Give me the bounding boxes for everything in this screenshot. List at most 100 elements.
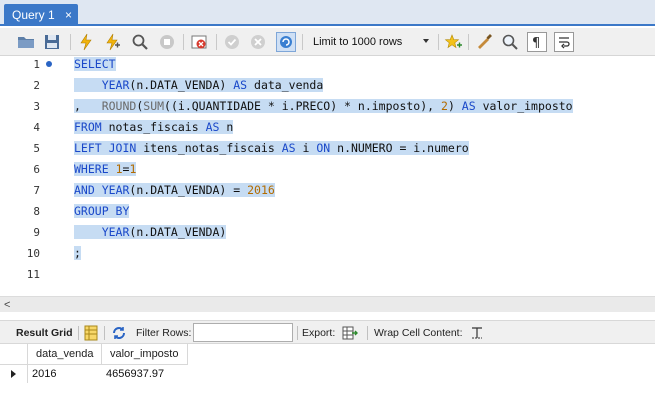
selected-text: GROUP BY (74, 204, 130, 218)
code-token: 1 (115, 162, 123, 176)
table-cell[interactable]: 4656937.97 (102, 365, 188, 383)
selected-text: AND YEAR(n.DATA_VENDA) = 2016 (74, 183, 275, 197)
result-grid-tab[interactable]: Result Grid (16, 326, 73, 340)
word-wrap-icon[interactable] (554, 32, 574, 52)
table-cell[interactable]: 2016 (28, 365, 102, 383)
code-token: ROUND (101, 99, 137, 113)
code-line[interactable]: SELECT (74, 54, 116, 75)
save-icon[interactable] (42, 32, 62, 52)
code-token: WHERE (74, 162, 109, 176)
code-token: 1 (129, 162, 137, 176)
selected-text: SELECT (74, 57, 116, 71)
wrap-cell-icon[interactable] (469, 325, 485, 341)
scroll-left-arrow-icon[interactable]: < (4, 299, 10, 311)
grid-header-row: data_venda valor_imposto (0, 344, 188, 365)
selected-text: YEAR(n.DATA_VENDA) (74, 225, 227, 239)
code-token: YEAR (101, 183, 130, 197)
line-number: 7 (33, 184, 40, 197)
code-token: valor_imposto (475, 99, 573, 113)
code-line[interactable]: YEAR(n.DATA_VENDA) AS data_venda (74, 75, 324, 96)
code-token: YEAR (74, 78, 130, 92)
refresh-icon[interactable] (111, 325, 127, 341)
beautify-broom-icon[interactable] (474, 32, 494, 52)
code-token: FROM (74, 120, 102, 134)
autocommit-toggle-icon[interactable] (276, 32, 296, 52)
code-token: itens_notas_fiscais (136, 141, 282, 155)
line-gutter: 1 2 3 4 5 6 7 8 9 10 11 (0, 56, 64, 294)
limit-rows-label: Limit to 1000 rows (313, 36, 403, 48)
close-icon[interactable]: × (65, 8, 72, 22)
code-token: YEAR (74, 225, 130, 239)
line-number: 3 (33, 100, 40, 113)
selected-text: LEFT JOIN itens_notas_fiscais AS i ON n.… (74, 141, 469, 155)
code-token: data_venda (247, 78, 324, 92)
limit-rows-select[interactable]: Limit to 1000 rows (307, 32, 435, 52)
tab-strip: Query 1 × (0, 0, 655, 26)
rollback-icon[interactable] (248, 32, 268, 52)
code-token: n (219, 120, 234, 134)
sql-editor[interactable]: 1 2 3 4 5 6 7 8 9 10 11 SELECT YEAR(n.DATA_VENDA) … (0, 56, 655, 294)
code-line[interactable]: YEAR(n.DATA_VENDA) (74, 222, 227, 243)
code-token: (n.DATA_VENDA) = (129, 183, 248, 197)
tab-title: Query 1 (12, 8, 55, 22)
code-line[interactable]: ; (74, 243, 81, 264)
add-snippet-star-icon[interactable] (443, 32, 463, 52)
code-token: 2016 (247, 183, 275, 197)
selected-text: ; (74, 246, 81, 260)
line-number: 5 (33, 142, 40, 155)
code-line[interactable]: WHERE 1=1 (74, 159, 137, 180)
code-token: i (295, 141, 317, 155)
toggle-error-icon[interactable] (189, 32, 209, 52)
invisible-chars-pilcrow-icon[interactable]: ¶ (527, 32, 547, 52)
code-token: n.NUMERO = i.numero (330, 141, 469, 155)
commit-icon[interactable] (222, 32, 242, 52)
result-toolbar: Result Grid Filter Rows: Export: Wrap Ce… (0, 320, 655, 344)
chevron-down-icon (423, 39, 429, 43)
code-line[interactable]: GROUP BY (74, 201, 130, 222)
execute-lightning-icon[interactable] (76, 32, 96, 52)
row-selector[interactable] (0, 365, 28, 383)
execute-statement-icon[interactable] (102, 32, 122, 52)
grid-view-icon[interactable] (83, 325, 99, 341)
svg-text:¶: ¶ (532, 36, 540, 51)
code-token: SELECT (74, 57, 116, 71)
row-header-corner (0, 344, 28, 365)
line-number: 10 (26, 247, 40, 260)
tab-query-1[interactable]: Query 1 × (4, 4, 78, 26)
code-token: (n.DATA_VENDA) (129, 225, 227, 239)
line-number: 9 (33, 226, 40, 239)
selected-text: , ROUND(SUM((i.QUANTIDADE * i.PRECO) * n… (74, 99, 573, 113)
code-line[interactable]: AND YEAR(n.DATA_VENDA) = 2016 (74, 180, 275, 201)
code-token: GROUP BY (74, 204, 130, 218)
line-number: 11 (26, 268, 40, 281)
find-magnifier-icon[interactable] (500, 32, 520, 52)
line-number: 4 (33, 121, 40, 134)
code-token: notas_fiscais (101, 120, 206, 134)
line-number: 8 (33, 205, 40, 218)
selected-text: WHERE 1=1 (74, 162, 137, 176)
code-token: , (74, 99, 102, 113)
current-row-arrow-icon (11, 370, 16, 378)
filter-rows-input[interactable] (193, 323, 293, 342)
wrap-cell-label: Wrap Cell Content: (374, 327, 463, 339)
column-header-data-venda[interactable]: data_venda (28, 344, 102, 365)
table-row[interactable]: 2016 4656937.97 (0, 365, 188, 383)
code-line[interactable]: FROM notas_fiscais AS n (74, 117, 234, 138)
stop-icon[interactable] (157, 32, 177, 52)
code-token: SUM (143, 99, 165, 113)
code-line[interactable]: , ROUND(SUM((i.QUANTIDADE * i.PRECO) * n… (74, 96, 573, 117)
code-token: ) (447, 99, 462, 113)
code-token: AS (461, 99, 476, 113)
code-line[interactable]: LEFT JOIN itens_notas_fiscais AS i ON n.… (74, 138, 469, 159)
export-icon[interactable] (342, 325, 358, 341)
filter-rows-label: Filter Rows: (136, 327, 192, 339)
column-header-valor-imposto[interactable]: valor_imposto (102, 344, 188, 365)
explain-magnifier-icon[interactable] (130, 32, 150, 52)
editor-horizontal-scrollbar[interactable]: < (0, 296, 655, 312)
open-folder-icon[interactable] (16, 32, 36, 52)
code-token: AS (205, 120, 220, 134)
statement-marker-icon (46, 61, 52, 67)
editor-toolbar: Limit to 1000 rows ¶ (0, 28, 655, 56)
